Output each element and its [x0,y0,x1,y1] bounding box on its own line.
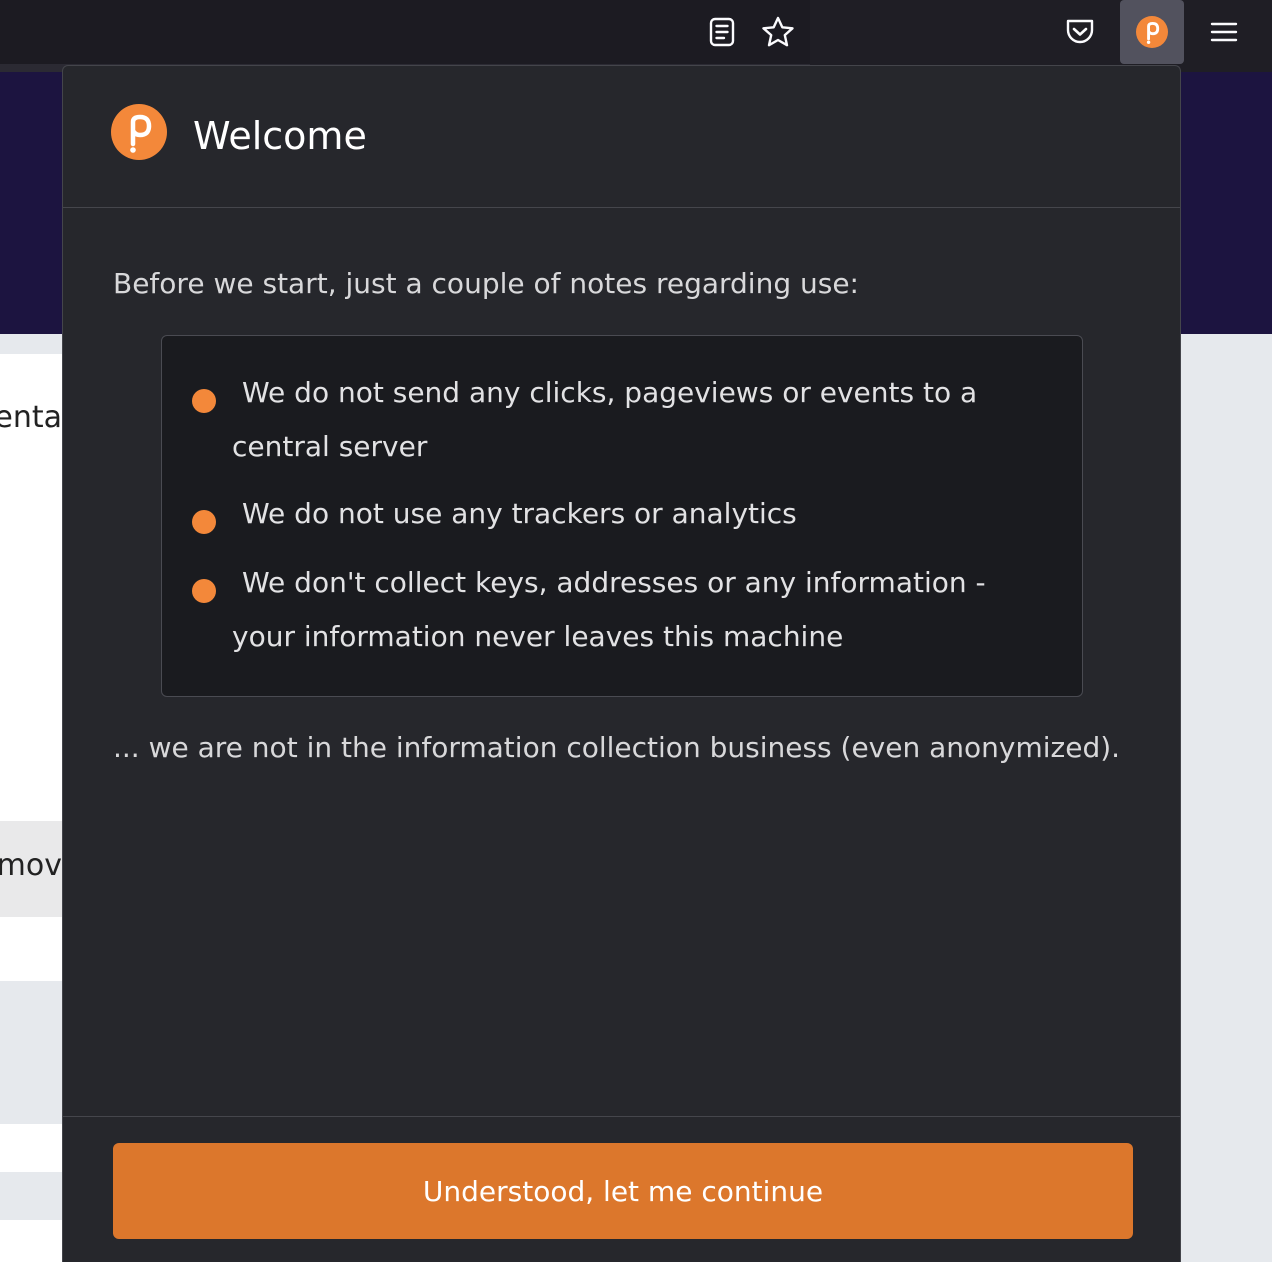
popup-header: Welcome [63,66,1180,208]
intro-text: Before we start, just a couple of notes … [113,267,859,300]
hamburger-menu-icon[interactable] [1202,10,1246,54]
background-text-fragment: enta [0,400,62,435]
note-text-line1: We don't collect keys, addresses or any … [242,566,986,599]
background-row [0,917,62,981]
polkadot-extension-button[interactable] [1120,0,1184,64]
note-text-line1: We do not send any clicks, pageviews or … [242,376,978,409]
continue-button[interactable]: Understood, let me continue [113,1143,1133,1239]
bullet-icon [192,510,216,534]
polkadot-logo-icon [111,104,167,160]
footer-divider [63,1116,1180,1117]
outro-text: ... we are not in the information collec… [113,731,1121,764]
popup-title: Welcome [193,114,367,158]
polkadot-extension-icon [1136,16,1168,48]
background-row [0,1220,62,1262]
reader-view-icon[interactable] [700,10,744,54]
background-text-fragment: emov [0,848,62,883]
browser-toolbar [0,0,1272,72]
notes-box: We do not send any clicks, pageviews or … [161,335,1083,697]
bookmark-star-icon[interactable] [756,10,800,54]
bullet-icon [192,579,216,603]
url-bar[interactable] [0,0,810,64]
welcome-popup: Welcome Before we start, just a couple o… [62,65,1181,1262]
pocket-icon[interactable] [1058,10,1102,54]
bullet-icon [192,389,216,413]
note-text-line2: central server [232,430,428,463]
background-row [0,1124,62,1172]
note-text-line1: We do not use any trackers or analytics [242,497,797,530]
note-text-line2: your information never leaves this machi… [232,620,844,653]
